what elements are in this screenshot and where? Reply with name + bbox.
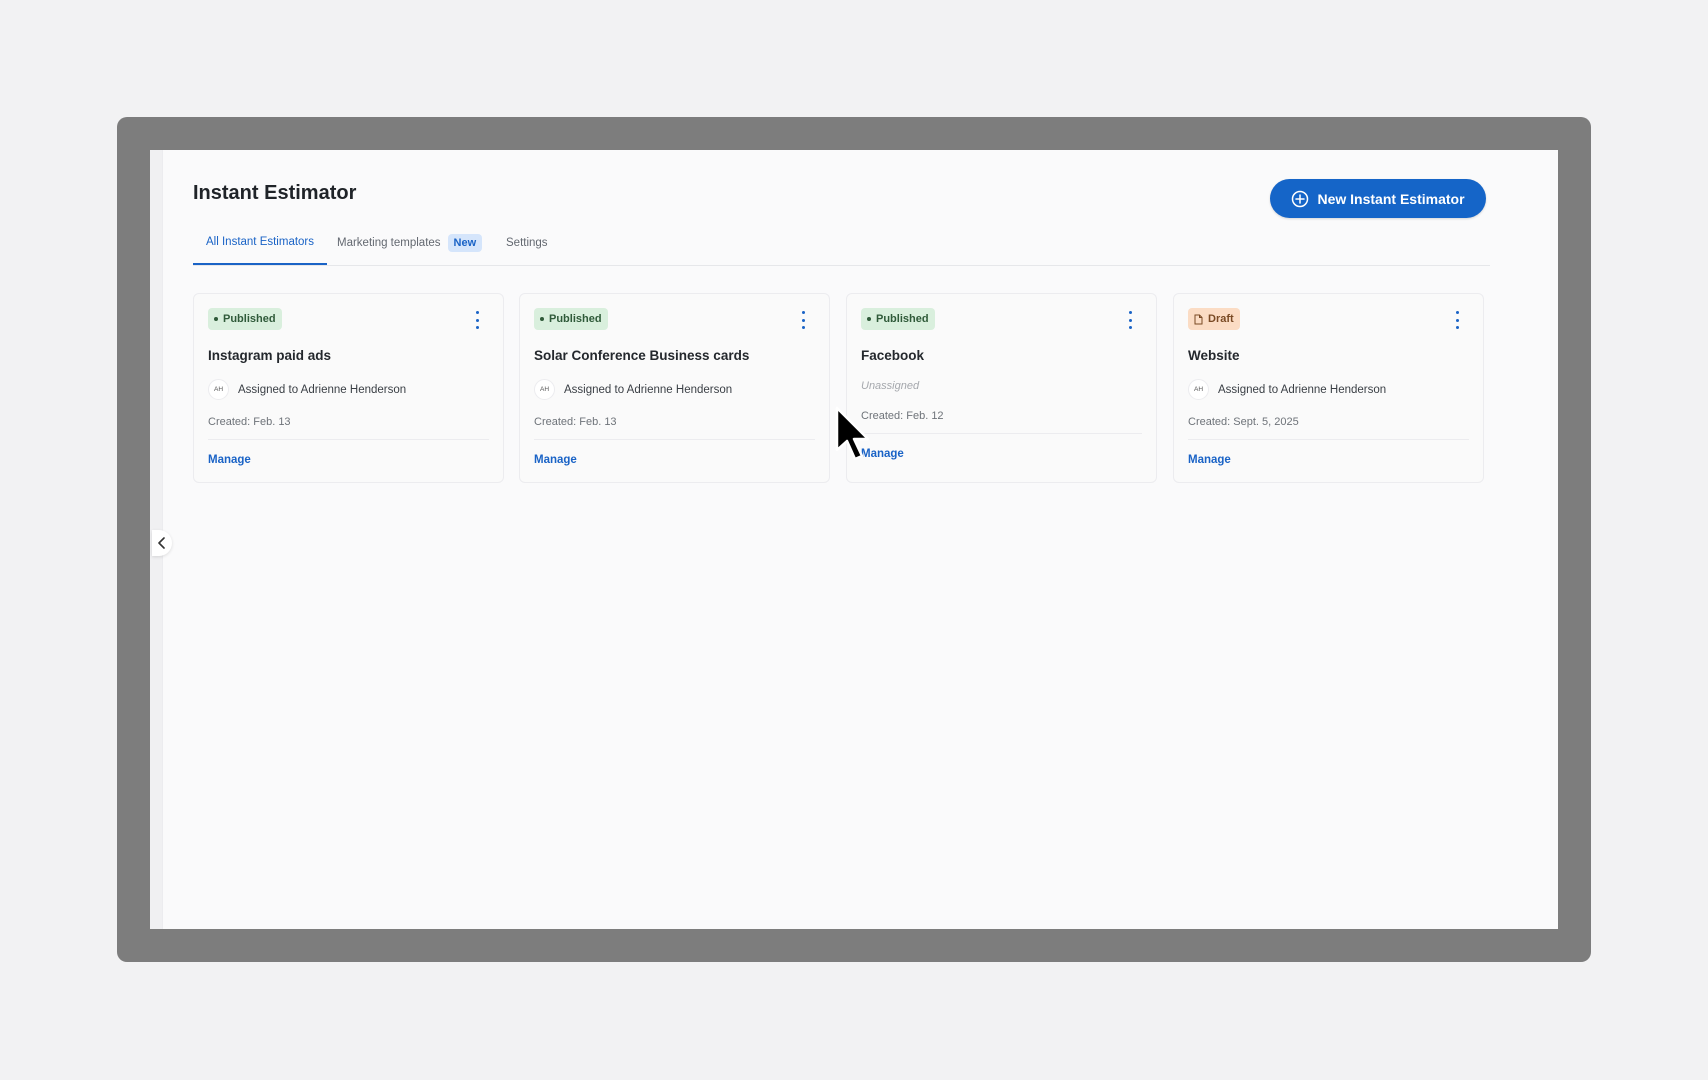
page-title: Instant Estimator xyxy=(193,182,357,204)
manage-link[interactable]: Manage xyxy=(861,448,904,460)
estimator-card: Published Instagram paid ads AH Assigned… xyxy=(193,293,504,483)
status-dot-icon xyxy=(214,317,218,321)
status-dot-icon xyxy=(867,317,871,321)
tab-marketing-templates[interactable]: Marketing templates New xyxy=(337,220,483,265)
new-badge: New xyxy=(447,233,483,252)
avatar: AH xyxy=(1188,379,1209,400)
assignee-label: Assigned to Adrienne Henderson xyxy=(238,383,407,396)
status-label: Published xyxy=(549,313,602,325)
tab-label: Marketing templates xyxy=(337,236,441,249)
kebab-menu-icon[interactable] xyxy=(1126,311,1134,329)
card-title: Solar Conference Business cards xyxy=(534,348,750,363)
estimator-card: Published Solar Conference Business card… xyxy=(519,293,830,483)
created-date: Created: Sept. 5, 2025 xyxy=(1188,416,1299,428)
kebab-menu-icon[interactable] xyxy=(1453,311,1461,329)
divider xyxy=(1188,439,1469,440)
new-instant-estimator-label: New Instant Estimator xyxy=(1317,190,1465,207)
sidebar-collapse-button[interactable] xyxy=(152,530,172,556)
manage-link[interactable]: Manage xyxy=(1188,454,1231,466)
status-label: Draft xyxy=(1208,313,1234,325)
divider xyxy=(208,439,489,440)
created-date: Created: Feb. 12 xyxy=(861,410,944,422)
status-label: Published xyxy=(876,313,929,325)
tab-all-instant-estimators[interactable]: All Instant Estimators xyxy=(193,220,328,265)
estimator-card: Draft Website AH Assigned to Adrienne He… xyxy=(1173,293,1484,483)
card-title: Facebook xyxy=(861,348,925,363)
manage-link[interactable]: Manage xyxy=(534,454,577,466)
kebab-menu-icon[interactable] xyxy=(473,311,481,329)
assignee-label: Assigned to Adrienne Henderson xyxy=(564,383,733,396)
divider xyxy=(861,433,1142,434)
unassigned-label: Unassigned xyxy=(861,380,920,392)
plus-circle-icon xyxy=(1292,190,1309,207)
new-instant-estimator-button[interactable]: New Instant Estimator xyxy=(1270,179,1486,218)
tab-label: Settings xyxy=(506,236,548,249)
tab-bar: All Instant Estimators Marketing templat… xyxy=(193,220,1490,266)
chevron-left-icon xyxy=(158,537,165,549)
avatar: AH xyxy=(208,379,229,400)
tab-label: All Instant Estimators xyxy=(206,235,315,248)
tab-settings[interactable]: Settings xyxy=(506,220,548,265)
assignee: AH Assigned to Adrienne Henderson xyxy=(208,379,406,400)
estimator-card: Published Facebook Unassigned Created: F… xyxy=(846,293,1157,483)
app-screen: Instant Estimator New Instant Estimator … xyxy=(150,150,1558,929)
status-badge: Published xyxy=(208,308,282,330)
divider xyxy=(534,439,815,440)
card-title: Website xyxy=(1188,348,1240,363)
created-date: Created: Feb. 13 xyxy=(534,416,617,428)
kebab-menu-icon[interactable] xyxy=(799,311,807,329)
assignee-label: Assigned to Adrienne Henderson xyxy=(1218,383,1387,396)
manage-link[interactable]: Manage xyxy=(208,454,251,466)
status-badge: Published xyxy=(861,308,935,330)
created-date: Created: Feb. 13 xyxy=(208,416,291,428)
assignee: AH Assigned to Adrienne Henderson xyxy=(534,379,732,400)
status-badge: Draft xyxy=(1188,308,1240,330)
card-title: Instagram paid ads xyxy=(208,348,332,363)
status-badge: Published xyxy=(534,308,608,330)
status-label: Published xyxy=(223,313,276,325)
assignee: AH Assigned to Adrienne Henderson xyxy=(1188,379,1386,400)
avatar: AH xyxy=(534,379,555,400)
document-icon xyxy=(1194,314,1203,324)
status-dot-icon xyxy=(540,317,544,321)
